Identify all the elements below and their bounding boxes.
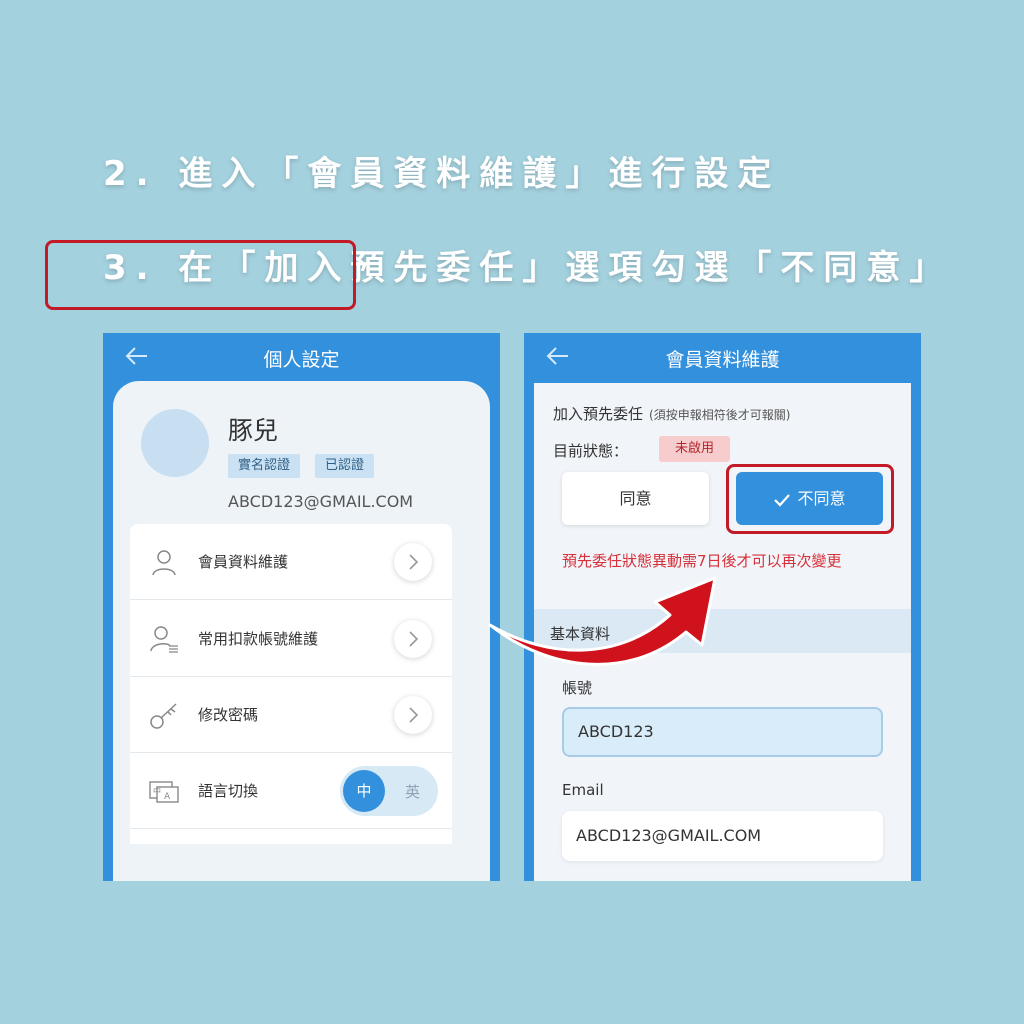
curved-arrow-icon xyxy=(488,576,717,666)
menu-item-label: 語言切換 xyxy=(198,782,259,800)
page-title: 個人設定 xyxy=(263,349,340,371)
screen-personal-settings: 個人設定 豚兒 實名認證 已認證 ABCD123@GMAIL.COM 會員資料維… xyxy=(103,333,500,881)
menu-item-label: 修改密碼 xyxy=(198,706,259,724)
menu-item-change-password[interactable]: 修改密碼 xyxy=(130,677,452,753)
delegate-title: 加入預先委任 (須按申報相符後才可報關) xyxy=(553,403,790,424)
account-field[interactable]: ABCD123 xyxy=(562,707,883,757)
verification-badge: 實名認證 xyxy=(228,454,301,478)
email-field[interactable]: ABCD123@GMAIL.COM xyxy=(562,811,883,861)
email-label: Email xyxy=(562,781,604,799)
account-label: 帳號 xyxy=(562,679,593,697)
agree-button[interactable]: 同意 xyxy=(562,472,709,525)
chevron-right-icon[interactable] xyxy=(394,543,432,581)
highlight-box xyxy=(45,240,356,310)
language-icon: 中 A xyxy=(149,781,179,803)
key-icon xyxy=(150,703,177,729)
language-option-en[interactable]: 英 xyxy=(405,781,420,802)
user-list-icon xyxy=(150,626,178,653)
menu-item-member-data[interactable]: 會員資料維護 xyxy=(130,524,452,600)
page-title: 會員資料維護 xyxy=(665,349,780,371)
top-bar: 會員資料維護 xyxy=(524,333,921,383)
language-toggle[interactable]: 中 英 xyxy=(340,766,438,816)
chevron-right-icon[interactable] xyxy=(394,696,432,734)
delegate-note: (須按申報相符後才可報關) xyxy=(649,408,791,422)
instruction-step-2: 2. 進入「會員資料維護」進行設定 xyxy=(103,154,781,194)
status-label: 目前狀態： xyxy=(553,442,629,460)
menu-item-label: 會員資料維護 xyxy=(198,553,289,571)
svg-text:A: A xyxy=(164,792,171,802)
profile-name: 豚兒 xyxy=(228,416,279,445)
verified-status-badge: 已認證 xyxy=(315,454,375,478)
highlight-box xyxy=(726,464,894,534)
chevron-right-icon[interactable] xyxy=(394,620,432,658)
top-bar: 個人設定 xyxy=(103,333,500,383)
delegate-title-text: 加入預先委任 xyxy=(553,405,644,423)
status-badge: 未啟用 xyxy=(659,436,731,462)
settings-menu: 會員資料維護 常用扣款帳號維護 修改密碼 中 A 語言切換 中 英 xyxy=(130,524,452,844)
user-icon xyxy=(152,550,176,576)
menu-item-language: 中 A 語言切換 中 英 xyxy=(130,753,452,829)
svg-text:中: 中 xyxy=(153,786,161,796)
profile-email: ABCD123@GMAIL.COM xyxy=(228,492,414,511)
avatar[interactable] xyxy=(141,409,209,477)
menu-item-label: 常用扣款帳號維護 xyxy=(198,630,319,648)
language-option-zh[interactable]: 中 xyxy=(343,770,385,812)
menu-item-payment-accounts[interactable]: 常用扣款帳號維護 xyxy=(130,601,452,677)
